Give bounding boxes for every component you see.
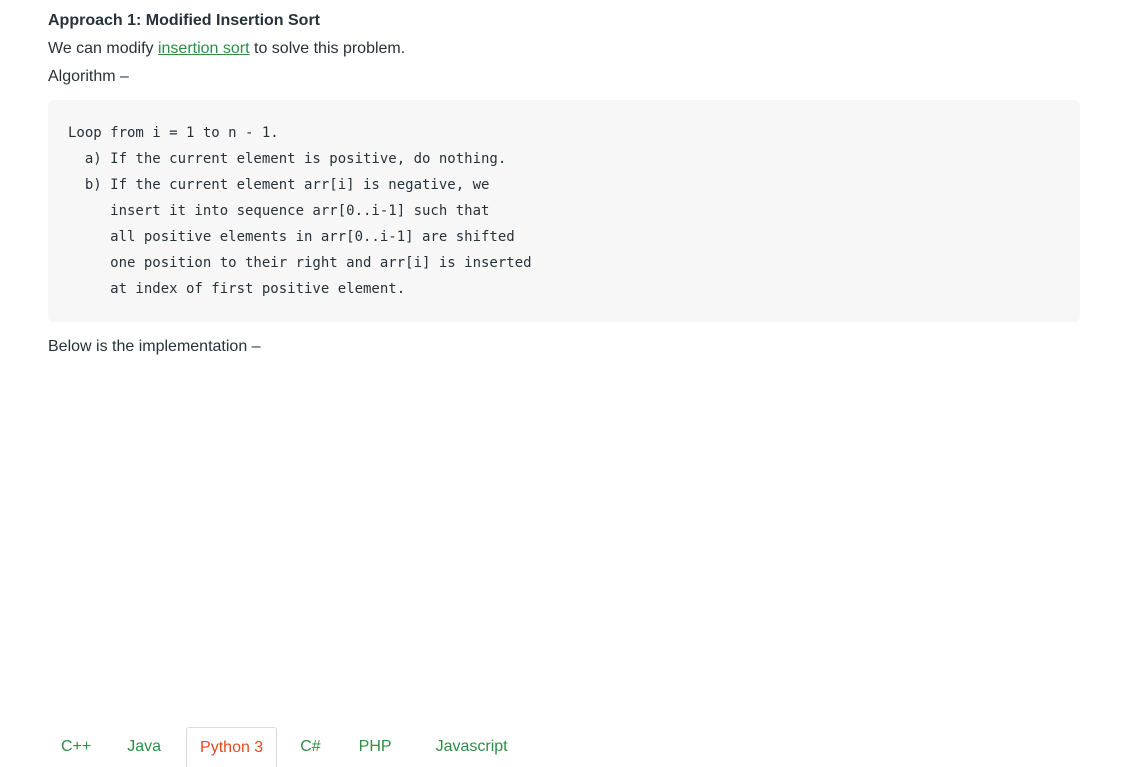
- intro-paragraph: We can modify insertion sort to solve th…: [48, 38, 405, 60]
- tab-java[interactable]: Java: [114, 727, 174, 767]
- code-line: one position to their right and arr[i] i…: [68, 255, 532, 271]
- tab-php[interactable]: PHP: [346, 727, 405, 767]
- tab-cpp[interactable]: C++: [48, 727, 104, 767]
- tab-python3[interactable]: Python 3: [186, 727, 278, 767]
- tab-csharp[interactable]: C#: [287, 727, 333, 767]
- code-line: b) If the current element arr[i] is nega…: [68, 177, 490, 193]
- implementation-label: Below is the implementation –: [48, 338, 261, 355]
- intro-text-before: We can modify: [48, 40, 158, 57]
- insertion-sort-link[interactable]: insertion sort: [158, 40, 250, 57]
- tab-javascript[interactable]: Javascript: [423, 727, 521, 767]
- code-line: insert it into sequence arr[0..i-1] such…: [68, 203, 490, 219]
- code-line: at index of first positive element.: [68, 281, 406, 297]
- section-heading: Approach 1: Modified Insertion Sort: [48, 12, 321, 29]
- language-tabs: C++ Java Python 3 C# PHP Javascript: [48, 727, 521, 767]
- code-line: all positive elements in arr[0..i-1] are…: [68, 229, 515, 245]
- algorithm-label: Algorithm –: [48, 68, 129, 85]
- code-line: Loop from i = 1 to n - 1.: [68, 125, 279, 141]
- intro-text-after: to solve this problem.: [249, 40, 406, 57]
- code-line: a) If the current element is positive, d…: [68, 151, 507, 167]
- algorithm-code-block: Loop from i = 1 to n - 1. a) If the curr…: [48, 100, 1080, 322]
